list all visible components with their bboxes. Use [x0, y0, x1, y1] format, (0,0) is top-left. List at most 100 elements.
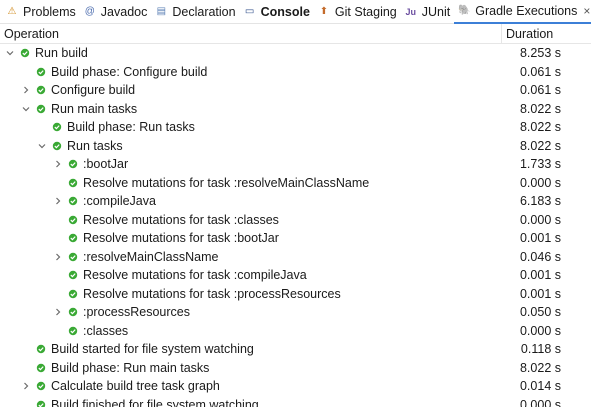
close-icon[interactable]: ×	[583, 4, 590, 18]
operation-label: Run build	[35, 46, 88, 61]
success-status-icon	[50, 139, 64, 153]
operation-cell: Resolve mutations for task :compileJava	[0, 267, 506, 283]
operation-label: :classes	[83, 323, 129, 338]
chevron-right-icon[interactable]	[18, 378, 34, 394]
tab-javadoc[interactable]: @ Javadoc	[80, 0, 152, 24]
duration-value: 0.001 s	[519, 286, 561, 301]
duration-value: 0.000 s	[519, 212, 561, 227]
duration-value: 0.000 s	[519, 397, 561, 407]
success-status-icon	[34, 361, 48, 375]
operation-label: Resolve mutations for task :compileJava	[83, 268, 307, 283]
success-status-icon	[66, 213, 80, 227]
tree-row[interactable]: Configure build 0.061 s	[0, 81, 591, 100]
tree-row[interactable]: Run main tasks 8.022 s	[0, 100, 591, 119]
success-status-icon	[66, 157, 80, 171]
operation-cell: Build started for file system watching	[0, 341, 506, 357]
chevron-right-icon[interactable]	[50, 249, 66, 265]
operation-cell: Resolve mutations for task :classes	[0, 212, 506, 228]
operation-label: Configure build	[51, 83, 136, 98]
console-icon: ▭	[244, 5, 255, 17]
operation-cell: :resolveMainClassName	[0, 249, 506, 265]
operation-label: Build phase: Run tasks	[67, 120, 195, 135]
success-status-icon	[66, 324, 80, 338]
operation-cell: Run tasks	[0, 138, 506, 154]
duration-value: 8.022 s	[519, 120, 561, 135]
operation-label: :bootJar	[83, 157, 129, 172]
duration-value: 8.253 s	[519, 46, 561, 61]
chevron-right-icon[interactable]	[50, 193, 66, 209]
operation-cell: :compileJava	[0, 193, 506, 209]
operation-cell: :processResources	[0, 304, 506, 320]
operation-label: :processResources	[83, 305, 190, 320]
tree-row[interactable]: :bootJar 1.733 s	[0, 155, 591, 174]
operation-label: Run tasks	[67, 138, 123, 153]
execution-tree: Run build 8.253 s Build phase: Configure b…	[0, 44, 591, 407]
declaration-icon: ▤	[156, 5, 167, 17]
success-status-icon	[34, 65, 48, 79]
chevron-down-icon[interactable]	[2, 45, 18, 61]
tree-row[interactable]: Resolve mutations for task :resolveMainC…	[0, 174, 591, 193]
tab-problems[interactable]: ⚠ Problems	[2, 0, 80, 24]
duration-value: 0.118 s	[520, 342, 561, 357]
tree-row[interactable]: Resolve mutations for task :processResou…	[0, 285, 591, 304]
tab-label: Problems	[23, 4, 76, 19]
tree-row[interactable]: Build phase: Run tasks 8.022 s	[0, 118, 591, 137]
column-header-operation[interactable]: Operation	[0, 23, 502, 44]
tab-console[interactable]: ▭ Console	[240, 0, 314, 24]
duration-value: 0.061 s	[519, 83, 561, 98]
operation-cell: Calculate build tree task graph	[0, 378, 506, 394]
success-status-icon	[66, 231, 80, 245]
tree-row[interactable]: :resolveMainClassName 0.046 s	[0, 248, 591, 267]
tab-label: Gradle Executions	[475, 3, 578, 18]
tree-row[interactable]: Calculate build tree task graph 0.014 s	[0, 377, 591, 396]
operation-label: Calculate build tree task graph	[51, 379, 220, 394]
operation-cell: :classes	[0, 323, 506, 339]
tree-row[interactable]: Resolve mutations for task :classes 0.000…	[0, 211, 591, 230]
success-status-icon	[50, 120, 64, 134]
chevron-down-icon[interactable]	[18, 101, 34, 117]
operation-label: Run main tasks	[51, 101, 138, 116]
duration-value: 1.733 s	[519, 157, 561, 172]
tab-declaration[interactable]: ▤ Declaration	[151, 0, 239, 24]
operation-label: Resolve mutations for task :bootJar	[83, 231, 279, 246]
tab-git-staging[interactable]: ⬆ Git Staging	[314, 0, 401, 24]
tree-row[interactable]: Build phase: Configure build 0.061 s	[0, 63, 591, 82]
chevron-right-icon[interactable]	[18, 82, 34, 98]
chevron-down-icon[interactable]	[34, 138, 50, 154]
tree-row[interactable]: Build started for file system watching 0.…	[0, 340, 591, 359]
tree-row[interactable]: :compileJava 6.183 s	[0, 192, 591, 211]
tab-label: Console	[260, 4, 310, 19]
duration-value: 0.001 s	[519, 268, 561, 283]
operation-cell: Run main tasks	[0, 101, 506, 117]
duration-value: 0.050 s	[519, 305, 561, 320]
tree-row[interactable]: Build phase: Run main tasks 8.022 s	[0, 359, 591, 378]
operation-cell: Build phase: Run main tasks	[0, 360, 506, 376]
operation-cell: Build phase: Run tasks	[0, 119, 506, 135]
duration-value: 6.183 s	[519, 194, 561, 209]
duration-value: 8.022 s	[519, 138, 561, 153]
tree-row[interactable]: :classes 0.000 s	[0, 322, 591, 341]
tree-row[interactable]: Resolve mutations for task :compileJava 0…	[0, 266, 591, 285]
tab-gradle-executions[interactable]: 🐘 Gradle Executions ×	[454, 0, 591, 24]
tree-row[interactable]: Build finished for file system watching 0…	[0, 396, 591, 407]
operation-label: Build phase: Configure build	[51, 64, 208, 79]
chevron-right-icon[interactable]	[50, 304, 66, 320]
operation-cell: :bootJar	[0, 156, 506, 172]
operation-cell: Build finished for file system watching	[0, 397, 506, 407]
git-staging-icon: ⬆	[319, 5, 329, 17]
success-status-icon	[34, 83, 48, 97]
success-status-icon	[34, 102, 48, 116]
tree-row[interactable]: Resolve mutations for task :bootJar 0.001…	[0, 229, 591, 248]
duration-value: 0.014 s	[519, 379, 561, 394]
tab-junit[interactable]: Ju JUnit	[401, 0, 454, 24]
tree-row[interactable]: Run build 8.253 s	[0, 44, 591, 63]
chevron-right-icon[interactable]	[50, 156, 66, 172]
column-header-duration[interactable]: Duration	[502, 24, 591, 44]
tree-row[interactable]: :processResources 0.050 s	[0, 303, 591, 322]
tree-row[interactable]: Run tasks 8.022 s	[0, 137, 591, 156]
operation-label: :compileJava	[83, 194, 156, 209]
